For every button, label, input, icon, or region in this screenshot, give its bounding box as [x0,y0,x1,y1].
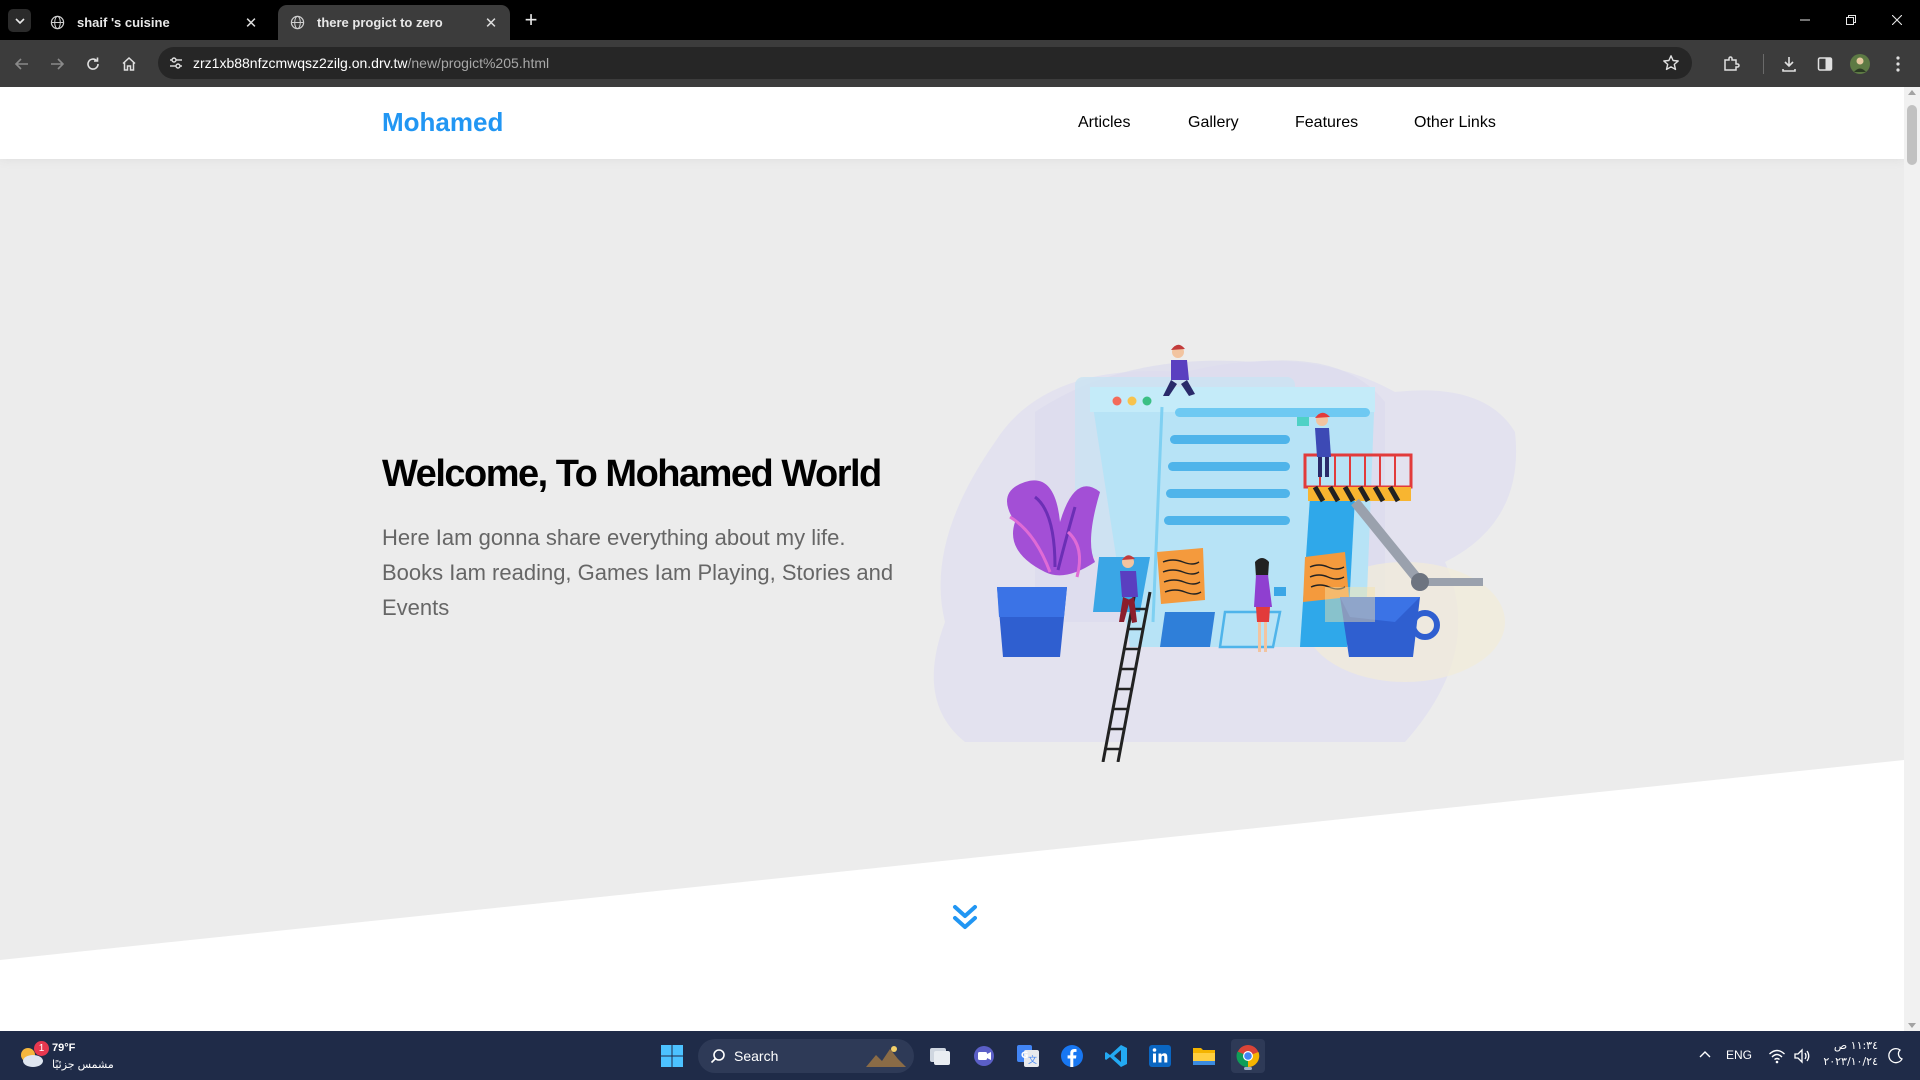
linkedin-icon [1149,1045,1171,1067]
clock-date[interactable]: ٢٠٢٣/١٠/٢٤ [1812,1055,1878,1068]
notifications-icon[interactable] [1887,1047,1905,1065]
taskbar-task-view[interactable] [923,1039,957,1073]
menu-button[interactable] [1884,50,1912,78]
close-window-button[interactable] [1874,0,1920,40]
arrow-left-icon [14,58,28,70]
nav-link-features[interactable]: Features [1295,87,1358,159]
taskbar-facebook[interactable] [1055,1039,1089,1073]
avatar [1850,54,1870,74]
teams-icon [974,1046,994,1066]
close-tab-icon[interactable]: ✕ [242,14,260,32]
url-host: zrz1xb88nfzcmwqsz2zilg.on.drv.tw [193,55,408,71]
hero-title: Welcome, To Mohamed World [382,453,882,495]
search-label: Search [734,1048,779,1064]
weather-temperature: 79°F [52,1042,76,1054]
taskbar-search-box[interactable]: Search [698,1039,914,1073]
taskbar-file-explorer[interactable] [1187,1039,1221,1073]
nav-link-other-links[interactable]: Other Links [1414,87,1496,159]
scroll-down-arrow-icon[interactable] [1908,1023,1916,1028]
extensions-button[interactable] [1717,50,1745,78]
site-logo[interactable]: Mohamed [382,107,503,138]
downloads-button[interactable] [1775,50,1803,78]
taskbar-vscode[interactable] [1099,1039,1133,1073]
site-header: Mohamed Articles Gallery Features Other … [0,87,1904,159]
restore-button[interactable] [1828,0,1874,40]
active-app-indicator [1244,1067,1252,1070]
profile-button[interactable] [1846,50,1874,78]
hero-illustration [933,344,1517,762]
weather-notification-badge: 1 [34,1041,49,1056]
page-scrollbar[interactable] [1904,87,1920,1031]
close-tab-icon[interactable]: ✕ [482,14,500,32]
toolbar-divider [1763,54,1764,74]
tab-title: there progict to zero [317,15,443,30]
minimize-button[interactable] [1782,0,1828,40]
globe-icon [290,15,305,30]
nav-link-gallery[interactable]: Gallery [1188,87,1239,159]
chrome-icon [1236,1045,1260,1068]
google-translate-icon: G文 [1017,1045,1039,1067]
volume-icon[interactable] [1793,1047,1811,1065]
download-icon [1782,57,1796,72]
svg-text:文: 文 [1028,1054,1037,1066]
facebook-icon [1061,1045,1083,1067]
browser-tab-strip: shaif 's cuisine ✕ there progict to zero… [0,0,1920,40]
url-text: zrz1xb88nfzcmwqsz2zilg.on.drv.tw/new/pro… [193,55,549,71]
scroll-up-arrow-icon[interactable] [1908,90,1916,95]
taskbar-teams[interactable] [967,1039,1001,1073]
bookmark-star-icon[interactable] [1662,54,1680,72]
new-tab-button[interactable]: + [520,9,542,31]
side-panel-button[interactable] [1811,50,1839,78]
reload-icon [87,57,99,70]
restore-icon [1846,15,1856,25]
forward-button[interactable] [43,50,71,78]
weather-condition: مشمس جزئيًا [52,1059,114,1071]
browser-tab-active[interactable]: there progict to zero ✕ [278,5,510,40]
vscode-icon [1105,1045,1127,1067]
hero-description: Here Iam gonna share everything about my… [382,525,894,620]
taskbar-linkedin[interactable] [1143,1039,1177,1073]
weather-widget[interactable]: 1 79°F مشمس جزئيًا [18,1039,158,1075]
home-icon [122,56,136,71]
taskbar-google-translate[interactable]: G文 [1011,1039,1045,1073]
search-icon [710,1049,725,1064]
home-button[interactable] [115,50,143,78]
windows-logo-icon [661,1045,683,1067]
globe-icon [50,15,65,30]
tab-search-button[interactable] [8,9,31,32]
minimize-icon [1800,19,1810,21]
chevron-down-icon [14,17,25,24]
address-bar[interactable]: zrz1xb88nfzcmwqsz2zilg.on.drv.tw/new/pro… [158,47,1692,79]
puzzle-icon [1724,56,1740,71]
language-indicator[interactable]: ENG [1726,1048,1752,1062]
taskbar-chrome[interactable] [1231,1039,1265,1073]
scroll-down-chevrons-icon[interactable] [950,902,980,932]
arrow-right-icon [51,58,65,70]
tab-title: shaif 's cuisine [77,15,170,30]
task-view-icon [930,1048,950,1065]
back-button[interactable] [8,50,36,78]
close-icon [1892,15,1902,25]
start-button[interactable] [655,1039,689,1073]
wifi-icon[interactable] [1768,1047,1786,1065]
folder-icon [1193,1048,1215,1065]
scrollbar-thumb[interactable] [1907,105,1917,165]
more-vertical-icon [1896,56,1900,72]
url-path: /new/progict%205.html [407,55,550,71]
search-highlight-icon [866,1046,906,1067]
windows-taskbar: 1 79°F مشمس جزئيًا Search G文 ENG ١١:٣٤ ص… [0,1031,1920,1080]
nav-link-articles[interactable]: Articles [1078,87,1130,159]
chevron-up-icon[interactable] [1697,1047,1713,1063]
browser-tab[interactable]: shaif 's cuisine ✕ [38,5,270,40]
reload-button[interactable] [79,50,107,78]
site-info-icon[interactable] [168,55,184,71]
page-viewport: Mohamed Articles Gallery Features Other … [0,87,1904,1031]
side-panel-icon [1817,57,1833,71]
clock-time[interactable]: ١١:٣٤ ص [1828,1039,1878,1052]
